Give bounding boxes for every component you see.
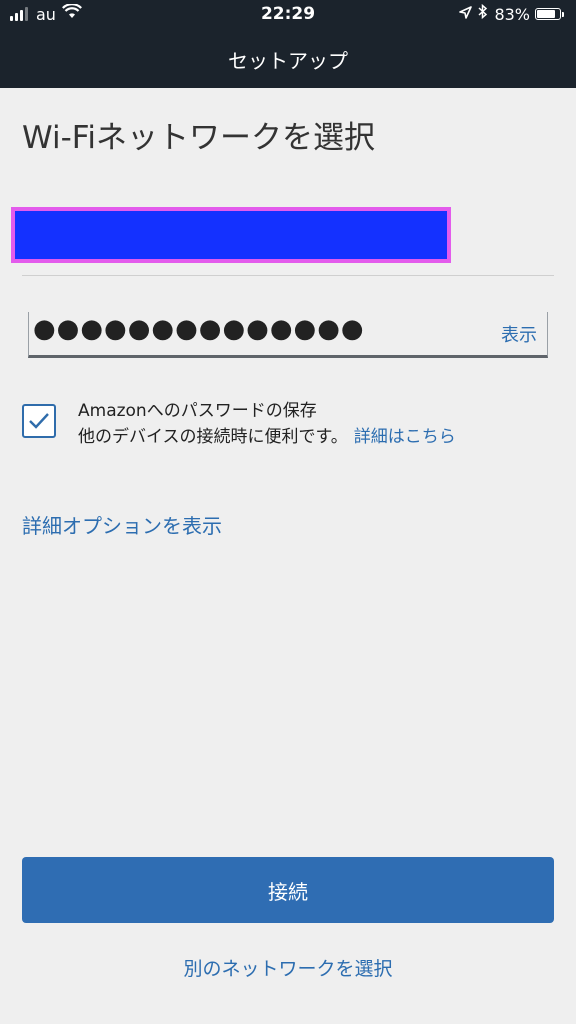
nav-title: セットアップ — [228, 49, 348, 73]
page-title: Wi-Fiネットワークを選択 — [22, 120, 375, 156]
checkmark-icon — [29, 413, 49, 429]
save-password-title: Amazonへのパスワードの保存 — [78, 401, 317, 421]
advanced-options-link[interactable]: 詳細オプションを表示 — [22, 510, 222, 539]
network-name-redaction — [20, 215, 442, 255]
save-password-checkbox[interactable] — [22, 404, 56, 438]
password-value: ●●●●●●●●●●●●●● — [33, 314, 365, 344]
connect-button[interactable]: 接続 — [22, 857, 554, 923]
network-name-field[interactable] — [11, 207, 451, 263]
save-password-text: Amazonへのパスワードの保存 他のデバイスの接続時に便利です。 詳細はこちら — [78, 398, 456, 450]
divider — [22, 275, 554, 276]
save-password-description: 他のデバイスの接続時に便利です。 詳細はこちら — [78, 424, 456, 450]
bluetooth-icon — [478, 3, 488, 24]
show-password-button[interactable]: 表示 — [501, 321, 537, 347]
battery-fill — [537, 10, 556, 18]
password-field[interactable]: ●●●●●●●●●●●●●● 表示 — [28, 312, 548, 358]
battery-tip — [562, 11, 564, 17]
details-link[interactable]: 詳細はこちら — [354, 427, 456, 447]
battery-icon — [535, 8, 561, 20]
select-other-network-link[interactable]: 別のネットワークを選択 — [0, 954, 576, 981]
status-right: 83% — [459, 3, 564, 24]
status-bar: au 22:29 83% — [0, 0, 576, 30]
save-password-description-text: 他のデバイスの接続時に便利です。 — [78, 427, 348, 447]
location-arrow-icon — [459, 4, 473, 24]
nav-bar: セットアップ — [0, 30, 576, 88]
battery-percent: 83% — [494, 4, 530, 24]
